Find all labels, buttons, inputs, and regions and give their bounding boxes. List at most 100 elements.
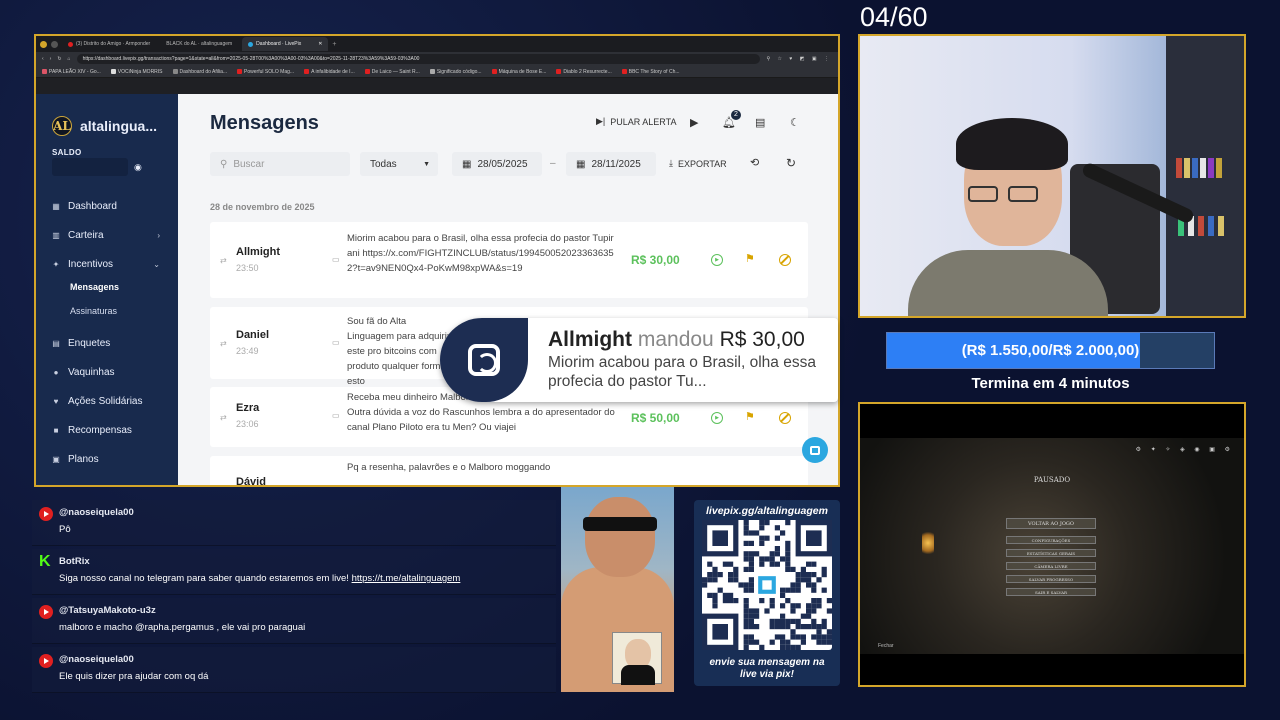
sidebar-item-dashboard[interactable]: ▦ Dashboard — [36, 194, 178, 218]
game-menu-item[interactable]: VOLTAR AO JOGO — [1006, 518, 1096, 529]
qr-module — [795, 582, 801, 588]
bookmark-item[interactable]: De Laico — Saint R... — [364, 69, 420, 75]
game-menu-item[interactable]: ESTATÍSTICAS GERAIS — [1006, 549, 1096, 557]
window-control-icon[interactable] — [40, 40, 47, 48]
refresh-icon[interactable]: ↻ — [786, 156, 796, 170]
bookmark-icon — [42, 69, 47, 74]
chat-text: Siga nosso canal no telegram para saber … — [59, 573, 460, 584]
brand[interactable]: AL altalingua... — [52, 116, 157, 136]
qr-module — [806, 577, 812, 583]
qr-module — [790, 608, 796, 614]
inset-body — [621, 665, 655, 685]
export-button[interactable]: ⤓ EXPORTAR — [669, 158, 727, 169]
sidebar-item-recompensas[interactable]: ■ Recompensas — [36, 418, 178, 442]
livepix-logo — [440, 318, 528, 402]
qr-module — [722, 592, 728, 598]
bookmark-item[interactable]: PAPA LEÃO XIV - Go... — [42, 69, 101, 75]
browser-tab[interactable]: (3) Distrito do Amigo · Armponder — [62, 37, 156, 51]
date-from-field[interactable]: ▦ 28/05/2025 — [452, 152, 542, 176]
close-tab-icon[interactable]: ✕ — [318, 41, 322, 47]
qr-module — [743, 603, 749, 609]
alert-message: Miorim acabou para o Brasil, olha essa p… — [548, 354, 816, 390]
bookmark-item[interactable]: Máquina de Bose E... — [491, 69, 546, 75]
layout-icon[interactable]: ▤ — [755, 116, 765, 129]
qr-module — [733, 598, 739, 604]
qr-module — [800, 613, 806, 619]
bookmark-item[interactable]: VOCiNinja MORRIS — [110, 69, 163, 75]
moon-icon[interactable]: ☾ — [790, 116, 800, 129]
sidebar-item-carteira[interactable]: ▥ Carteira › — [36, 223, 178, 247]
bookmark-item[interactable]: Significado código... — [429, 69, 482, 75]
sync-off-icon[interactable]: ⟲ — [750, 156, 759, 169]
bookmark-item[interactable]: A infalibidade de I... — [304, 69, 355, 75]
extensions-icon[interactable]: ⚲ ☆ ♥ ◩ ▣ ⋮ — [766, 56, 838, 62]
sidebar-subitem-assinaturas[interactable]: Assinaturas — [70, 306, 117, 316]
filter-select[interactable]: Todas ▼ — [360, 152, 438, 176]
window-control-icon[interactable] — [51, 40, 58, 48]
book — [1176, 158, 1182, 178]
plans-icon: ▣ — [52, 454, 60, 464]
stream-chat: @naoseiquela00 Pô K BotRix Siga nosso ca… — [32, 500, 558, 693]
chat-link[interactable]: https://t.me/altalinguagem — [352, 573, 461, 584]
game-menu-item[interactable]: SAIR E SALVAR — [1006, 588, 1096, 596]
message-row[interactable]: ⇄ Allmight 23:50 ▭ Miorim acabou para o … — [210, 222, 808, 298]
new-tab-icon[interactable]: + — [332, 41, 336, 48]
sidebar-item-planos[interactable]: ▣ Planos — [36, 447, 178, 471]
qr-module — [806, 613, 812, 619]
skip-alert-button[interactable]: ▶| PULAR ALERTA — [596, 116, 676, 127]
qr-module — [774, 618, 780, 624]
chat-message: K BotRix Siga nosso canal no telegram pa… — [32, 549, 556, 595]
block-icon[interactable] — [779, 412, 791, 424]
youtube-icon[interactable]: ▶ — [690, 116, 698, 129]
chat-text-body: Siga nosso canal no telegram para saber … — [59, 573, 349, 584]
swap-icon: ⇄ — [220, 339, 227, 348]
message-row[interactable]: Dávid Pq a resenha, palavrões e o Malbor… — [210, 456, 808, 485]
bookmark-item[interactable]: Powerful SOLO Mag... — [237, 69, 294, 75]
game-menu-item[interactable]: CÂMERA LIVRE — [1006, 562, 1096, 570]
donation-alert: Allmight mandou R$ 30,00 Miorim acabou p… — [440, 318, 838, 402]
browser-tab-active[interactable]: Dashboard · LivePix ✕ — [242, 37, 329, 51]
back-icon[interactable]: ‹ — [42, 56, 44, 62]
swap-icon: ⇄ — [220, 256, 227, 265]
qr-module — [769, 551, 775, 557]
play-icon[interactable]: ▶ — [711, 412, 723, 424]
alert-verb: mandou — [637, 328, 714, 351]
home-icon[interactable]: ⌂ — [68, 56, 71, 62]
flag-icon[interactable]: ⚑ — [745, 410, 755, 423]
block-icon[interactable] — [779, 254, 791, 266]
game-menu-item[interactable]: CONFIGURAÇÕES — [1006, 536, 1096, 544]
reload-icon[interactable]: ↻ — [57, 56, 61, 62]
youtube-icon — [39, 654, 53, 668]
qr-module — [748, 639, 754, 645]
qr-module — [795, 587, 801, 593]
qr-footer-line: envie sua mensagem na — [709, 657, 825, 668]
game-menu-item[interactable]: SALVAR PROGRESSO — [1006, 575, 1096, 583]
bookmark-item[interactable]: BBC The Story of Ch... — [621, 69, 680, 75]
qr-module — [762, 580, 772, 590]
qr-module — [774, 551, 780, 557]
eye-icon[interactable]: ◉ — [134, 162, 142, 173]
sidebar-subitem-mensagens[interactable]: Mensagens — [70, 282, 119, 292]
sidebar-item-enquetes[interactable]: ▤ Enquetes — [36, 331, 178, 355]
address-bar[interactable]: https://dashboard.livepix.gg/transaction… — [76, 54, 761, 64]
support-chat-button[interactable] — [802, 437, 828, 463]
qr-module — [800, 634, 806, 640]
chat-text: malboro e macho @rapha.pergamus , ele va… — [59, 622, 306, 633]
flag-icon[interactable]: ⚑ — [745, 252, 755, 265]
forward-icon[interactable]: › — [50, 56, 52, 62]
sidebar-item-acoes-solidarias[interactable]: ♥ Ações Solidárias — [36, 389, 178, 413]
sidebar-item-incentivos[interactable]: ✦ Incentivos ⌄ — [36, 252, 178, 276]
qr-module — [754, 639, 760, 645]
qr-module — [780, 592, 786, 598]
play-icon[interactable]: ▶ — [711, 254, 723, 266]
date-to-field[interactable]: ▦ 28/11/2025 — [566, 152, 656, 176]
browser-tab[interactable]: BLACK do AL · altalinguagem — [160, 37, 238, 51]
bookmark-item[interactable]: Diablo 2 Resurrecte... — [556, 69, 612, 75]
sidebar-item-vaquinhas[interactable]: ● Vaquinhas — [36, 360, 178, 384]
bookmark-item[interactable]: Dashboard do Afilia... — [172, 69, 227, 75]
search-input[interactable]: ⚲ Buscar — [210, 152, 350, 176]
book — [1198, 216, 1204, 236]
book — [1184, 158, 1190, 178]
book — [1216, 158, 1222, 178]
qr-module — [748, 561, 754, 567]
